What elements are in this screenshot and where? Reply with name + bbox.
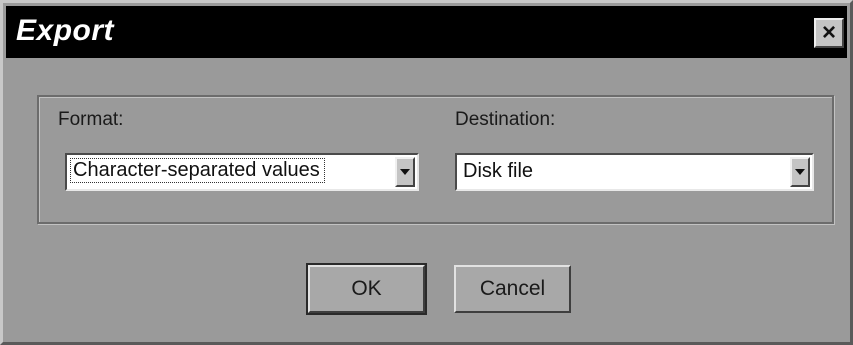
cancel-button[interactable]: Cancel xyxy=(454,265,571,313)
format-dropdown-value: Character-separated values xyxy=(70,158,325,183)
title-bar[interactable]: Export × xyxy=(6,6,847,58)
destination-dropdown[interactable]: Disk file xyxy=(455,153,814,191)
format-label: Format: xyxy=(58,109,124,130)
ok-button[interactable]: OK xyxy=(306,263,427,315)
chevron-down-icon xyxy=(400,169,410,175)
format-dropdown-button[interactable] xyxy=(395,157,415,187)
destination-dropdown-value: Disk file xyxy=(463,160,534,182)
close-icon: × xyxy=(821,19,836,46)
dialog-title: Export xyxy=(16,14,115,47)
chevron-down-icon xyxy=(795,169,805,175)
destination-dropdown-button[interactable] xyxy=(790,157,810,187)
format-dropdown[interactable]: Character-separated values xyxy=(65,153,419,191)
destination-label: Destination: xyxy=(455,109,556,130)
close-button[interactable]: × xyxy=(814,18,844,48)
export-dialog: Export × Format: Destination: Character-… xyxy=(0,0,853,345)
export-options-group: Format: Destination: Character-separated… xyxy=(37,95,834,224)
